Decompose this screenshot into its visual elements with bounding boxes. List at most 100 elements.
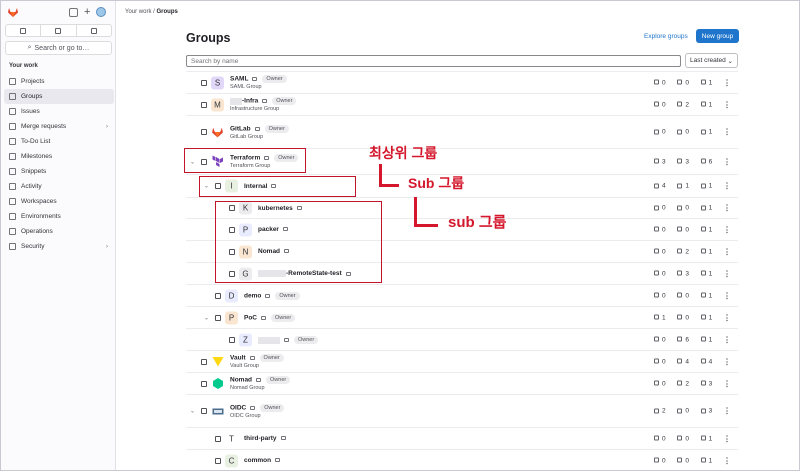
group-name[interactable]: OIDC Owner [230, 403, 285, 412]
more-actions-icon[interactable]: ⋮ [723, 157, 731, 166]
table-row[interactable]: ⌄ P PoC Owner 1 0 1 ⋮ [186, 306, 738, 328]
table-row[interactable]: Z Owner 0 6 1 ⋮ [186, 328, 738, 350]
more-actions-icon[interactable]: ⋮ [723, 128, 731, 137]
more-actions-icon[interactable]: ⋮ [723, 100, 731, 109]
more-actions-icon[interactable]: ⋮ [723, 407, 731, 416]
more-actions-icon[interactable]: ⋮ [723, 357, 731, 366]
projects-icon [677, 101, 683, 107]
group-avatar[interactable]: S [211, 76, 224, 89]
group-name[interactable]: Vault Owner [230, 354, 284, 362]
gitlab-logo-icon[interactable] [211, 126, 224, 139]
group-avatar[interactable]: Z [239, 333, 252, 346]
group-avatar[interactable]: T [225, 432, 238, 445]
search-placeholder: Search by name [191, 57, 239, 65]
more-actions-icon[interactable]: ⋮ [723, 335, 731, 344]
chevron-down-icon[interactable]: ⌄ [204, 314, 209, 321]
table-row[interactable]: S SAML Owner SAML Group 0 0 1 ⋮ [186, 71, 738, 93]
sidebar-item-projects[interactable]: Projects [4, 74, 114, 89]
more-actions-icon[interactable]: ⋮ [723, 225, 731, 234]
sort-dropdown[interactable]: Last created ⌄ [685, 53, 738, 68]
sidebar-top-actions: + [69, 6, 107, 17]
group-name[interactable]: PoC Owner [244, 314, 296, 322]
sidebar-item-merge-requests[interactable]: Merge requests › [4, 119, 114, 134]
more-actions-icon[interactable]: ⋮ [723, 204, 731, 213]
collapse-sidebar-icon[interactable] [69, 7, 78, 17]
stat-subgroups: 3 [654, 158, 677, 165]
table-row[interactable]: GitLab Owner GitLab Group 0 0 1 ⋮ [186, 115, 738, 148]
sidebar-item-snippets[interactable]: Snippets [4, 164, 114, 179]
group-name[interactable]: third-party [244, 435, 286, 442]
sidebar-item-workspaces[interactable]: Workspaces [4, 194, 114, 209]
group-name[interactable]: Nomad Owner [230, 376, 291, 384]
sidebar-item-activity[interactable]: Activity [4, 179, 114, 194]
sidebar-search-button[interactable]: ⌕ Search or go to… [5, 41, 112, 55]
stat-projects: 3 [677, 158, 700, 165]
group-name[interactable]: GitLab Owner [230, 124, 289, 133]
vault-logo-icon[interactable] [211, 355, 224, 368]
stat-subgroups: 2 [654, 408, 677, 415]
new-group-button[interactable]: New group [696, 29, 739, 43]
search-input[interactable]: Search by name [186, 55, 681, 67]
sidebar-item-environments[interactable]: Environments [4, 209, 114, 224]
stat-members: 1 [700, 270, 724, 277]
table-row[interactable]: Vault Owner Vault Group 0 4 4 ⋮ [186, 350, 738, 372]
group-name[interactable]: common [244, 457, 281, 464]
sidebar-item-security[interactable]: Security › [4, 239, 114, 254]
oidc-logo-icon[interactable] [211, 405, 224, 418]
stat-value: 1 [708, 101, 713, 108]
sidebar-nav: Projects Groups Issues Merge requests › To-Do… [4, 74, 114, 254]
redacted-text [258, 336, 280, 344]
more-actions-icon[interactable]: ⋮ [723, 379, 731, 388]
more-actions-icon[interactable]: ⋮ [723, 269, 731, 278]
more-actions-icon[interactable]: ⋮ [723, 313, 731, 322]
group-avatar[interactable]: P [225, 311, 238, 324]
user-avatar[interactable] [96, 7, 107, 17]
sidebar-item-operations[interactable]: Operations [4, 224, 114, 239]
gitlab-logo-icon[interactable] [7, 6, 19, 18]
table-row[interactable]: ⌄ OIDC Owner OIDC Group 2 0 3 ⋮ [186, 394, 738, 427]
projects-icon [677, 79, 683, 85]
lock-icon [261, 316, 266, 320]
more-actions-icon[interactable]: ⋮ [723, 247, 731, 256]
chevron-down-icon[interactable]: ⌄ [190, 408, 195, 415]
more-actions-icon[interactable]: ⋮ [723, 78, 731, 87]
table-row[interactable]: M -Infra Owner Infrastructure Group 0 2 1 ⋮ [186, 93, 738, 115]
sidebar-item-issues[interactable]: Issues [4, 104, 114, 119]
nomad-logo-icon[interactable] [211, 377, 224, 390]
group-stats: 0 3 1 [654, 270, 724, 277]
table-row[interactable]: Nomad Owner Nomad Group 0 2 3 ⋮ [186, 372, 738, 394]
group-name[interactable]: Owner [258, 336, 319, 344]
sidebar-item-groups[interactable]: Groups [4, 89, 114, 104]
sidebar-item-to-do-list[interactable]: To-Do List [4, 134, 114, 149]
stat-value: 1 [708, 457, 713, 464]
more-actions-icon[interactable]: ⋮ [723, 456, 731, 465]
members-icon [700, 457, 706, 463]
stat-projects: 2 [677, 380, 700, 387]
annotation-top-level-label: 최상위 그룹 [369, 145, 438, 161]
group-avatar[interactable]: D [225, 289, 238, 302]
plus-icon[interactable]: + [84, 6, 90, 17]
role-badge: Owner [264, 124, 289, 133]
group-name[interactable]: SAML Owner [230, 75, 287, 83]
table-row[interactable]: Ccommon 0 0 1 ⋮ [186, 449, 738, 471]
subgroups-icon [654, 380, 659, 386]
merge-requests-counter[interactable] [41, 25, 77, 36]
group-avatar[interactable]: C [225, 454, 238, 467]
projects-icon [677, 408, 683, 414]
more-actions-icon[interactable]: ⋮ [723, 182, 731, 191]
workspace-icon [9, 198, 16, 205]
table-row[interactable]: Tthird-party 0 0 1 ⋮ [186, 427, 738, 449]
group-avatar[interactable]: M [211, 98, 224, 111]
explore-groups-link[interactable]: Explore groups [644, 33, 688, 40]
issues-counter[interactable] [6, 25, 42, 36]
breadcrumb-parent[interactable]: Your work [125, 9, 151, 15]
stat-projects: 0 [677, 314, 700, 321]
group-stats: 4 1 1 [654, 183, 724, 190]
sidebar-item-milestones[interactable]: Milestones [4, 149, 114, 164]
table-row[interactable]: Ddemo Owner 0 0 1 ⋮ [186, 284, 738, 306]
todos-counter[interactable] [77, 25, 111, 36]
group-name[interactable]: -Infra Owner [230, 97, 297, 105]
more-actions-icon[interactable]: ⋮ [723, 434, 731, 443]
group-name[interactable]: demo Owner [244, 292, 300, 300]
more-actions-icon[interactable]: ⋮ [723, 291, 731, 300]
